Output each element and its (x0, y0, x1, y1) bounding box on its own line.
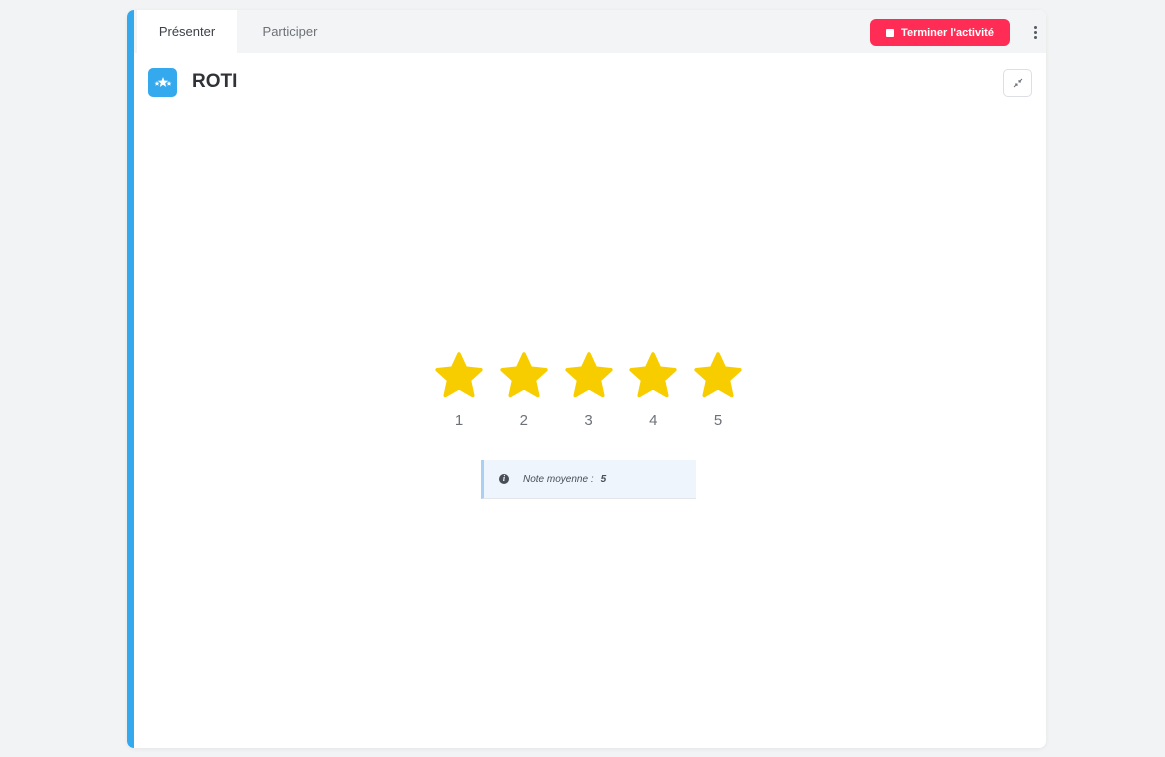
stars-icon (148, 68, 177, 97)
star-icon (435, 352, 483, 398)
end-activity-button[interactable]: Terminer l'activité (870, 19, 1010, 46)
average-rating-value: 5 (600, 473, 607, 485)
accent-bar (127, 10, 134, 748)
stop-icon (886, 28, 895, 37)
star-rating-option[interactable]: 3 (562, 350, 616, 429)
activity-title: ROTI (192, 71, 238, 92)
tab-present[interactable]: Présenter (137, 10, 237, 53)
tab-bar: Présenter Participer Terminer l'activité (134, 10, 1046, 53)
rating-stars: 1 2 3 4 5 (432, 350, 748, 440)
tab-participate[interactable]: Participer (248, 10, 332, 53)
more-vertical-icon[interactable] (1027, 23, 1043, 41)
star-label: 4 (649, 412, 658, 429)
info-icon: i (499, 474, 509, 484)
collapse-icon (1013, 78, 1022, 88)
star-rating-option[interactable]: 1 (432, 350, 486, 429)
activity-card: Présenter Participer Terminer l'activité… (127, 10, 1046, 748)
star-icon (694, 352, 742, 398)
star-label: 2 (519, 412, 528, 429)
average-rating-label: Note moyenne : (523, 473, 594, 485)
star-icon (629, 352, 677, 398)
star-rating-option[interactable]: 4 (626, 350, 680, 429)
end-activity-label: Terminer l'activité (901, 26, 994, 39)
collapse-button[interactable] (1003, 69, 1032, 97)
star-icon (500, 352, 548, 398)
star-label: 3 (584, 412, 593, 429)
star-rating-option[interactable]: 2 (497, 350, 551, 429)
star-label: 1 (454, 412, 464, 429)
star-rating-option[interactable]: 5 (691, 350, 745, 429)
average-rating-box: i Note moyenne : 5 (481, 460, 696, 499)
star-label: 5 (713, 412, 723, 429)
star-icon (564, 352, 613, 398)
